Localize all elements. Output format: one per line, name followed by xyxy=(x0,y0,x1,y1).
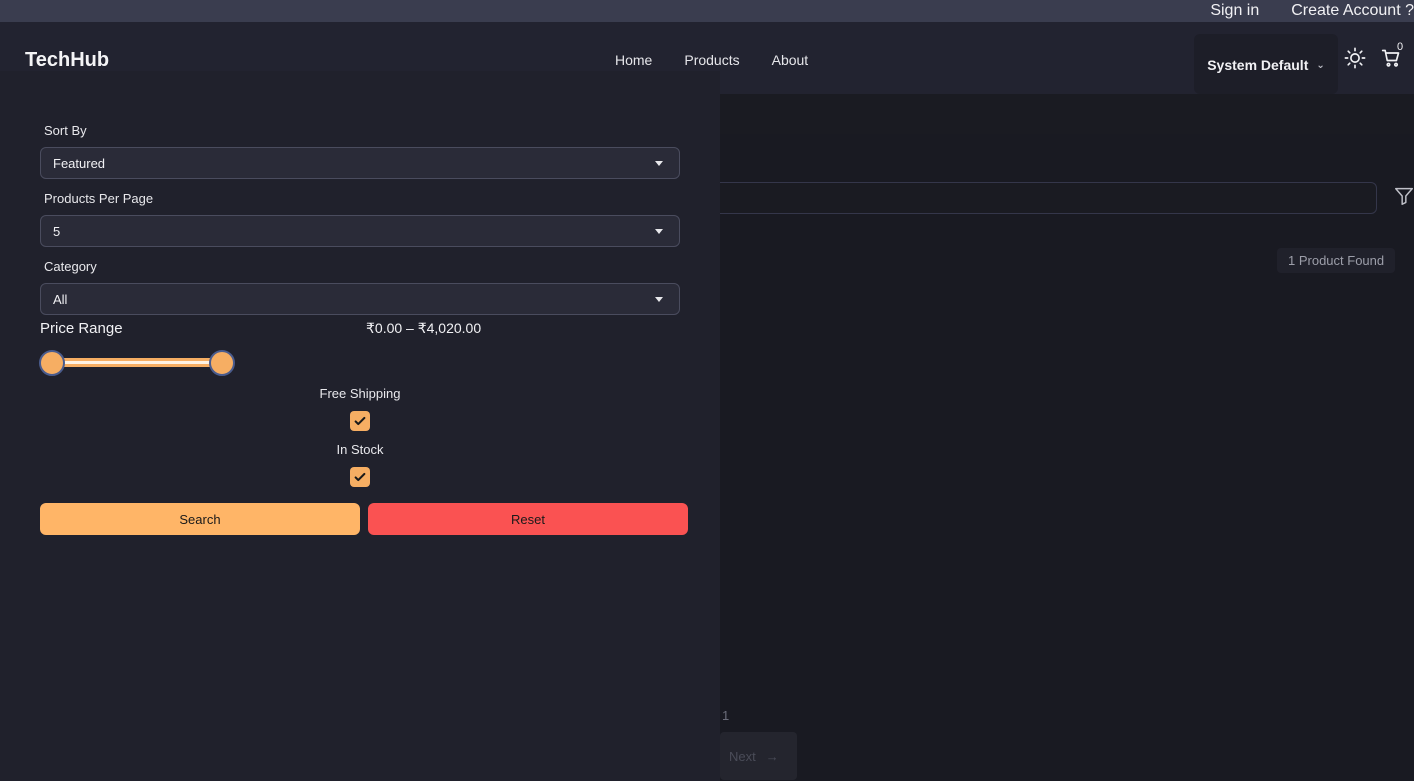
price-max-handle[interactable] xyxy=(209,350,235,376)
results-count-badge: 1 Product Found xyxy=(1277,248,1396,273)
per-page-label: Products Per Page xyxy=(44,191,154,206)
nav-links: Home Products About xyxy=(615,52,808,68)
product-search-input[interactable] xyxy=(700,182,1377,214)
filter-icon[interactable] xyxy=(1393,185,1414,207)
reset-button[interactable]: Reset xyxy=(368,503,688,535)
category-label: Category xyxy=(44,259,97,274)
pagination-next-button[interactable]: Next → xyxy=(720,732,797,780)
theme-select-value: System Default xyxy=(1207,57,1309,73)
price-range-value: ₹0.00 – ₹4,020.00 xyxy=(366,320,482,336)
next-label: Next xyxy=(729,748,756,764)
check-icon xyxy=(354,472,366,482)
sort-by-value: Featured xyxy=(53,155,106,171)
in-stock-label: In Stock xyxy=(336,442,384,457)
caret-down-icon xyxy=(655,229,663,234)
auth-bar: Sign in Create Account ? xyxy=(0,0,1414,22)
sun-icon[interactable] xyxy=(1344,47,1366,69)
price-min-handle[interactable] xyxy=(39,350,65,376)
nav-products[interactable]: Products xyxy=(684,52,739,68)
sign-in-link[interactable]: Sign in xyxy=(1210,2,1259,20)
brand-logo[interactable]: TechHub xyxy=(25,49,109,72)
nav-about[interactable]: About xyxy=(772,52,809,68)
filter-drawer: Sort By Featured Products Per Page 5 Cat… xyxy=(0,71,720,781)
sort-by-select[interactable]: Featured xyxy=(40,147,680,179)
check-icon xyxy=(354,416,366,426)
pagination-page-number[interactable]: 1 xyxy=(722,708,729,723)
search-button[interactable]: Search xyxy=(40,503,360,535)
per-page-value: 5 xyxy=(53,223,61,239)
price-range-label: Price Range xyxy=(40,320,123,337)
caret-down-icon xyxy=(655,161,663,166)
create-account-link[interactable]: Create Account ? xyxy=(1291,2,1414,20)
chevron-down-icon: ⌄ xyxy=(1316,59,1325,71)
nav-home[interactable]: Home xyxy=(615,52,652,68)
theme-select[interactable]: System Default ⌄ xyxy=(1194,34,1338,94)
cart-count-badge: 0 xyxy=(1397,41,1404,53)
free-shipping-checkbox[interactable] xyxy=(350,411,370,431)
category-select[interactable]: All xyxy=(40,283,680,315)
price-range-slider[interactable] xyxy=(52,358,222,367)
free-shipping-label: Free Shipping xyxy=(319,386,401,401)
sort-by-label: Sort By xyxy=(44,123,87,138)
category-value: All xyxy=(53,291,68,307)
page-banner xyxy=(720,94,1414,134)
in-stock-checkbox[interactable] xyxy=(350,467,370,487)
arrow-right-icon: → xyxy=(765,748,779,764)
caret-down-icon xyxy=(655,297,663,302)
per-page-select[interactable]: 5 xyxy=(40,215,680,247)
